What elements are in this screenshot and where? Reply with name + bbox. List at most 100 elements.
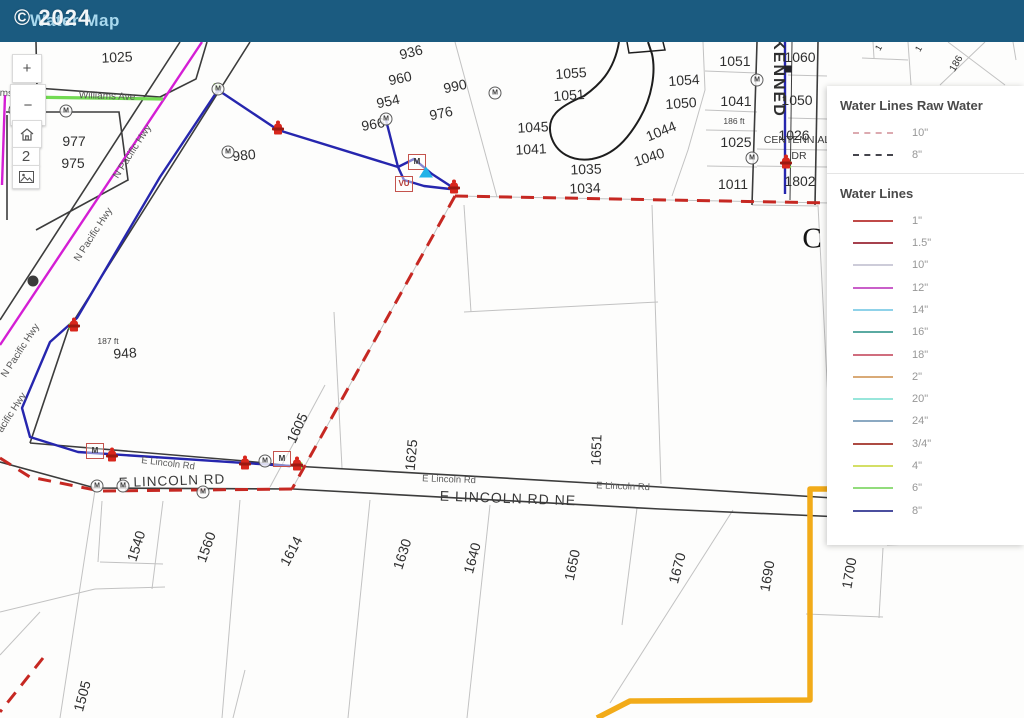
parcel-number-label: 1041 [720, 94, 751, 108]
legend-item-label: 6" [912, 482, 922, 494]
water-meter-icon[interactable]: M [212, 83, 225, 96]
water-map-app: Williams AveWilliams AveN Pacific HwyN P… [0, 0, 1024, 718]
well-icon[interactable] [28, 276, 39, 287]
parcel-number-label: 1051 [553, 87, 585, 103]
legend-section: Water Lines 1" 1.5" 10" 12" 14" 16" 18" 2" 20" 24"… [827, 174, 1024, 528]
water-meter-icon[interactable]: M [489, 87, 502, 100]
valve-box-icon[interactable]: M [273, 451, 291, 467]
legend-section-title: Water Lines Raw Water [840, 98, 1024, 113]
parcel-number-label: 1025 [720, 135, 751, 149]
legend-line-swatch [853, 331, 893, 333]
legend-line-swatch [853, 487, 893, 489]
valve-box-icon[interactable]: M [86, 443, 104, 459]
water-meter-icon[interactable]: M [222, 146, 235, 159]
legend-item-label: 1.5" [912, 237, 931, 249]
legend-item: 6" [840, 477, 1024, 499]
legend-item-label: 12" [912, 282, 928, 294]
fire-hydrant-icon[interactable] [450, 183, 458, 194]
legend-line-swatch [853, 309, 893, 311]
legend-line-swatch [853, 264, 893, 266]
legend-item-label: 24" [912, 415, 928, 427]
legend-item-label: 4" [912, 460, 922, 472]
legend-item: 2" [840, 366, 1024, 388]
water-meter-icon[interactable]: M [259, 455, 272, 468]
parcel-number-label: 948 [113, 345, 137, 361]
legend-line-swatch [853, 220, 893, 222]
water-meter-icon[interactable]: M [746, 152, 759, 165]
pump-triangle-icon[interactable] [419, 167, 433, 178]
legend-item-label: 10" [912, 127, 928, 139]
valve-box-vu-icon[interactable]: VU [395, 176, 413, 192]
legend-line-swatch [853, 354, 893, 356]
legend-line-swatch [853, 132, 893, 134]
legend-line-swatch [853, 287, 893, 289]
parcel-number-label: 975 [61, 156, 84, 170]
fire-hydrant-icon[interactable] [241, 459, 249, 470]
legend-line-swatch [853, 420, 893, 422]
home-button[interactable] [12, 120, 42, 148]
copyright-watermark: © 2024 [14, 5, 91, 31]
legend-item-label: 16" [912, 326, 928, 338]
valve-icon[interactable] [785, 66, 792, 73]
legend-item: 8" [840, 144, 1024, 166]
water-meter-icon[interactable]: M [91, 480, 104, 493]
legend-item: 1.5" [840, 232, 1024, 254]
legend-item: 1" [840, 210, 1024, 232]
pond-top-rect [627, 42, 665, 53]
fire-hydrant-icon[interactable] [274, 124, 282, 135]
water-meter-icon[interactable]: M [117, 480, 130, 493]
legend-item-label: 8" [912, 149, 922, 161]
legend-item-label: 20" [912, 393, 928, 405]
parcel-number-label: 1034 [569, 180, 601, 195]
legend-line-swatch [853, 443, 893, 445]
parcel-number-label: 186 ft [723, 117, 744, 126]
zoom-in-button[interactable]: + [12, 54, 42, 83]
boundary-orange [597, 489, 828, 718]
water-meter-icon[interactable]: M [197, 486, 210, 499]
legend-item: 18" [840, 343, 1024, 365]
legend-item-label: 14" [912, 304, 928, 316]
street-label-e-lincoln-rd: E Lincoln Rd [422, 474, 476, 485]
legend-item-label: 1" [912, 215, 922, 227]
legend-line-swatch [853, 242, 893, 244]
legend-item: 3/4" [840, 433, 1024, 455]
fire-hydrant-icon[interactable] [293, 460, 301, 471]
home-icon [20, 128, 34, 141]
legend-item: 10" [840, 122, 1024, 144]
water-meter-icon[interactable]: M [60, 105, 73, 118]
parcel-number-label: 980 [232, 147, 257, 163]
parcel-number-label: 1041 [515, 141, 547, 157]
level-button[interactable]: 2 [12, 147, 40, 166]
parcel-number-label: 1011 [718, 177, 748, 191]
legend-item: 12" [840, 276, 1024, 298]
parcel-number-label: 1054 [668, 72, 700, 88]
road-lines [0, 42, 842, 517]
fire-hydrant-icon[interactable] [108, 451, 116, 462]
legend-item: 14" [840, 299, 1024, 321]
parcel-number-label: 1060 [784, 50, 815, 64]
parcel-number-label: 1802 [784, 174, 815, 188]
legend-item: 20" [840, 388, 1024, 410]
legend-item: 16" [840, 321, 1024, 343]
water-meter-icon[interactable]: M [751, 74, 764, 87]
legend-item-label: 3/4" [912, 438, 931, 450]
legend-section-title: Water Lines [840, 186, 1024, 201]
fire-hydrant-icon[interactable] [70, 321, 78, 332]
parcel-number-label: 977 [62, 134, 85, 148]
legend-item-label: 18" [912, 349, 928, 361]
basemap-button[interactable] [12, 165, 40, 189]
legend-item: 8" [840, 499, 1024, 521]
image-icon [19, 171, 34, 183]
parcel-number-label: 1050 [665, 95, 697, 111]
legend-item: 4" [840, 455, 1024, 477]
legend-line-swatch [853, 398, 893, 400]
parcel-number-label: 1050 [781, 93, 812, 107]
legend-item-label: 8" [912, 505, 922, 517]
water-meter-icon[interactable]: M [380, 113, 393, 126]
legend-item-label: 10" [912, 259, 928, 271]
legend-line-swatch [853, 510, 893, 512]
legend-item-label: 2" [912, 371, 922, 383]
fire-hydrant-icon[interactable] [782, 158, 790, 169]
parcel-number-label: 187 ft [97, 337, 118, 346]
parcel-number-label: 1651 [588, 434, 603, 466]
